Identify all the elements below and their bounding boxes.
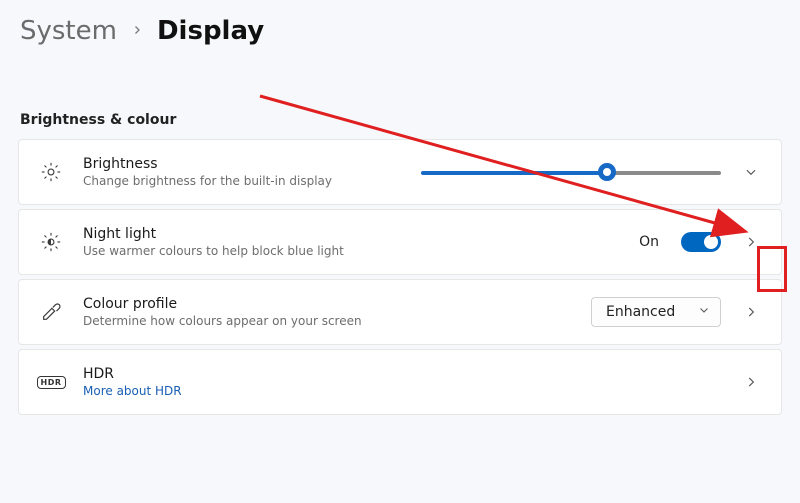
section-title-brightness-colour: Brightness & colour bbox=[0, 52, 800, 134]
chevron-down-icon bbox=[698, 304, 710, 320]
brightness-sub: Change brightness for the built-in displ… bbox=[83, 174, 332, 188]
night-light-title: Night light bbox=[83, 226, 344, 242]
dropdown-value: Enhanced bbox=[606, 304, 675, 320]
brightness-title: Brightness bbox=[83, 156, 332, 172]
open-hdr-button[interactable] bbox=[739, 370, 763, 394]
open-night-light-button[interactable] bbox=[739, 230, 763, 254]
slider-thumb[interactable] bbox=[598, 163, 616, 181]
sun-icon bbox=[37, 161, 65, 183]
toggle-knob bbox=[704, 235, 718, 249]
expand-brightness-button[interactable] bbox=[739, 160, 763, 184]
night-light-toggle[interactable] bbox=[681, 232, 721, 252]
night-light-icon bbox=[37, 231, 65, 253]
chevron-right-icon bbox=[131, 24, 143, 40]
slider-rest bbox=[607, 171, 721, 175]
colour-profile-dropdown[interactable]: Enhanced bbox=[591, 297, 721, 327]
open-colour-profile-button[interactable] bbox=[739, 300, 763, 324]
hdr-icon: HDR bbox=[37, 376, 65, 389]
colour-profile-title: Colour profile bbox=[83, 296, 362, 312]
slider-fill bbox=[421, 171, 607, 175]
colour-profile-sub: Determine how colours appear on your scr… bbox=[83, 314, 362, 328]
brightness-slider[interactable] bbox=[421, 162, 721, 182]
breadcrumb: System Display bbox=[0, 0, 800, 52]
hdr-more-link[interactable]: More about HDR bbox=[83, 384, 182, 398]
breadcrumb-parent[interactable]: System bbox=[20, 16, 117, 46]
row-colour-profile[interactable]: Colour profile Determine how colours app… bbox=[18, 279, 782, 345]
row-night-light[interactable]: Night light Use warmer colours to help b… bbox=[18, 209, 782, 275]
row-hdr[interactable]: HDR HDR More about HDR bbox=[18, 349, 782, 415]
hdr-title: HDR bbox=[83, 366, 182, 382]
night-light-state-label: On bbox=[639, 234, 659, 250]
eyedropper-icon bbox=[37, 301, 65, 323]
settings-panel: Brightness Change brightness for the bui… bbox=[18, 134, 782, 420]
night-light-sub: Use warmer colours to help block blue li… bbox=[83, 244, 344, 258]
row-brightness[interactable]: Brightness Change brightness for the bui… bbox=[18, 139, 782, 205]
page-title: Display bbox=[157, 16, 264, 46]
